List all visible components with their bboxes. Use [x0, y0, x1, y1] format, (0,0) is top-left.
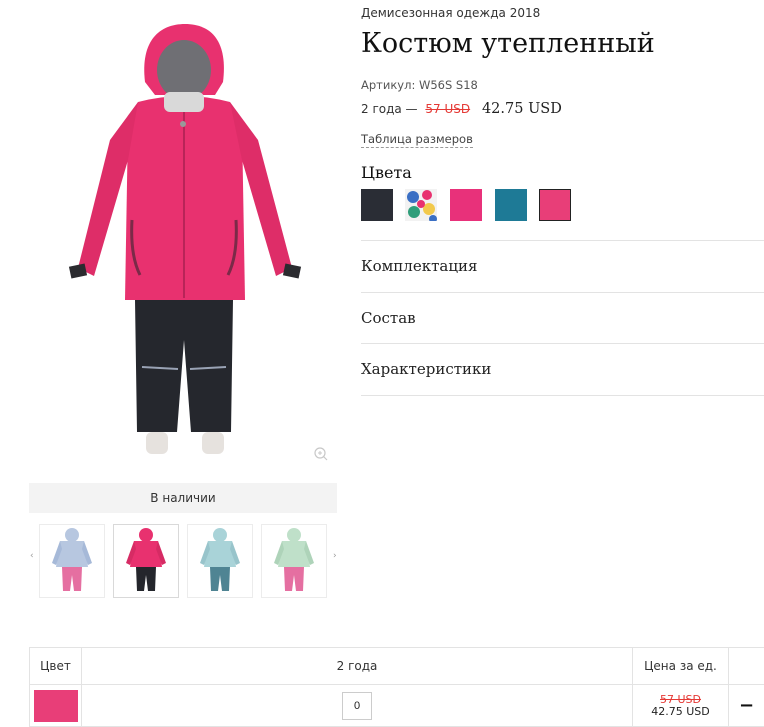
table-header-size-label: 2 года — [336, 659, 378, 673]
product-title: Костюм утепленный — [361, 28, 655, 59]
table-row-price: 57 USD 42.75 USD — [632, 684, 729, 727]
thumbnail-pink-black[interactable] — [113, 524, 179, 598]
suit-illustration — [68, 24, 302, 454]
color-swatch-floral[interactable] — [405, 189, 437, 223]
row-old-price: 57 USD — [660, 692, 701, 706]
thumbnail-floral-pink[interactable] — [39, 524, 105, 598]
price-row: 2 года — 57 USD 42.75 USD — [361, 101, 562, 117]
thumbnail-image — [274, 528, 314, 591]
floral-pattern — [405, 189, 437, 223]
thumbnail-floral-mint[interactable] — [261, 524, 327, 598]
thumbnail-image — [52, 528, 92, 591]
table-header-actions — [728, 647, 764, 685]
thumbnail-image — [200, 528, 240, 591]
accordion-characteristics[interactable]: Характеристики — [361, 344, 764, 394]
table-header-unit-price: Цена за ед. — [632, 647, 729, 685]
table-row-color — [29, 684, 82, 727]
color-swatch-teal[interactable] — [495, 189, 527, 221]
table-header-unit-price-label: Цена за ед. — [644, 659, 717, 673]
size-table-link[interactable]: Таблица размеров — [361, 132, 473, 148]
product-main-image[interactable] — [60, 20, 310, 460]
table-header-size: 2 года — [81, 647, 633, 685]
thumbnail-prev-arrow[interactable]: ‹ — [30, 551, 34, 561]
price-size-label: 2 года — — [361, 102, 418, 116]
divider — [361, 395, 764, 396]
colors-heading: Цвета — [361, 163, 412, 182]
accordion-composition[interactable]: Состав — [361, 293, 764, 343]
accordion-characteristics-label: Характеристики — [361, 360, 492, 378]
table-row-quantity — [81, 684, 633, 727]
availability-bar: В наличии — [29, 483, 337, 513]
color-swatch-pink[interactable] — [450, 189, 482, 221]
table-header-color-label: Цвет — [40, 659, 71, 673]
row-color-swatch — [33, 689, 78, 722]
product-sku: Артикул: W56S S18 — [361, 78, 478, 92]
row-new-price: 42.75 USD — [651, 704, 710, 718]
zoom-icon[interactable] — [313, 446, 329, 462]
color-swatch-black[interactable] — [361, 189, 393, 221]
quantity-input[interactable] — [342, 691, 372, 720]
minus-icon: − — [738, 695, 755, 716]
category-breadcrumb[interactable]: Демисезонная одежда 2018 — [361, 6, 540, 20]
old-price: 57 USD — [425, 102, 471, 116]
availability-text: В наличии — [150, 491, 216, 505]
accordion-kit[interactable]: Комплектация — [361, 241, 764, 291]
remove-row-button[interactable]: − — [728, 684, 764, 727]
accordion-kit-label: Комплектация — [361, 257, 478, 275]
accordion-composition-label: Состав — [361, 309, 416, 327]
thumbnail-next-arrow[interactable]: › — [333, 551, 337, 561]
thumbnail-image — [126, 528, 166, 591]
order-table: Цвет 2 года Цена за ед. 57 USD 42.75 USD… — [29, 647, 764, 727]
current-price: 42.75 USD — [481, 101, 562, 117]
color-swatch-rose[interactable] — [539, 189, 571, 221]
table-header-color: Цвет — [29, 647, 82, 685]
thumbnail-floral-teal[interactable] — [187, 524, 253, 598]
